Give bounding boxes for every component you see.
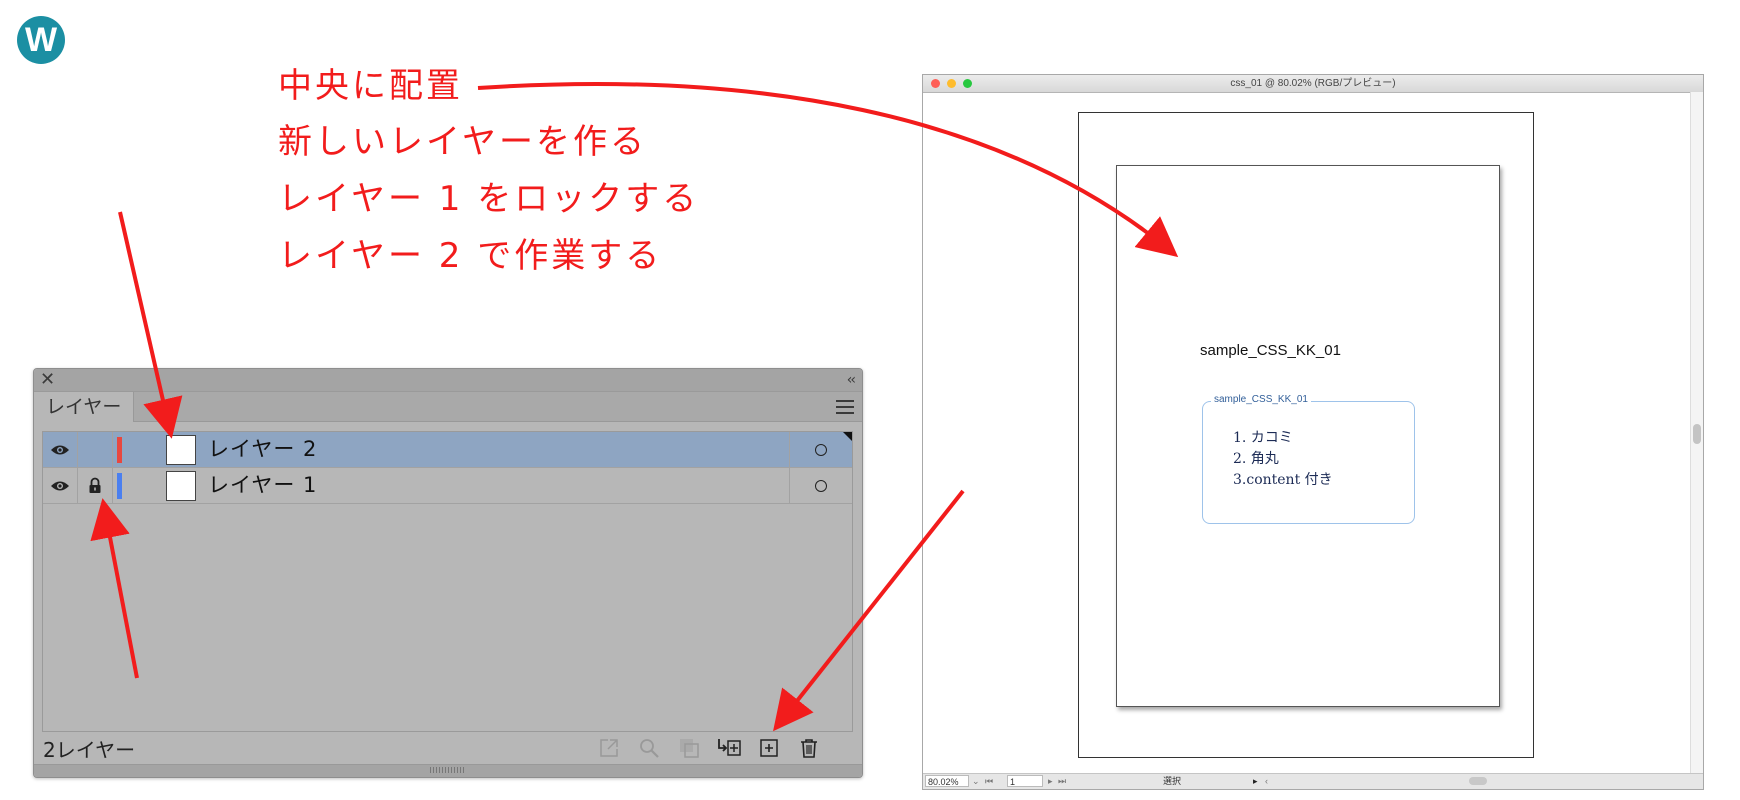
eye-icon [51,445,69,454]
resize-grip-icon[interactable] [430,767,464,773]
layer-row-2[interactable]: レイヤー 2 [43,432,852,468]
vertical-scroll-thumb[interactable] [1693,424,1701,444]
horizontal-scroll-thumb[interactable] [1469,777,1487,785]
next-page-icon[interactable]: ▸ [1048,774,1053,789]
collapse-icon[interactable]: ‹‹ [847,369,856,391]
layer-color-bar [117,437,122,463]
clipping-mask-icon [680,739,699,758]
annotation-work-layer: レイヤー 2 で作業する [278,236,663,276]
box-legend: sample_CSS_KK_01 [1211,394,1311,405]
document-statusbar: 80.02% ⌄ ⏮ 1 ▸ ⏭ 選択 ▸ ‹ [923,773,1703,789]
window-titlebar[interactable]: css_01 @ 80.02% (RGB/プレビュー) [923,75,1703,93]
mode-menu-icon[interactable]: ▸ [1253,774,1258,789]
document-window: css_01 @ 80.02% (RGB/プレビュー) sample_CSS_K… [922,74,1704,790]
annotation-lock-layer: レイヤー 1 をロックする [278,179,700,219]
visibility-toggle[interactable] [43,432,78,467]
panel-toolbar [596,735,822,761]
trash-icon [801,739,817,758]
lock-toggle[interactable] [78,432,113,467]
window-title: css_01 @ 80.02% (RGB/プレビュー) [1230,78,1396,89]
doc-list: 1. カコミ 2. 角丸 3.content 付き [1233,428,1333,491]
lock-toggle[interactable] [78,468,113,503]
layers-panel: ✕ ‹‹ レイヤー レイヤー 2 レイヤー 1 2レイヤー [33,368,863,778]
locate-object-button[interactable] [636,735,662,761]
annotation-new-layer: 新しいレイヤーを作る [278,122,647,162]
eye-icon [51,481,69,490]
current-layer-indicator-icon [843,432,852,441]
export-icon [600,739,618,757]
layer-name[interactable]: レイヤー 1 [208,468,317,503]
clipping-mask-button[interactable] [676,735,702,761]
locate-object-icon [640,739,659,758]
annotation-center: 中央に配置 [278,66,463,106]
close-icon[interactable]: ✕ [40,369,55,391]
vertical-scrollbar[interactable] [1690,92,1703,773]
lock-icon [89,477,101,493]
create-sublayer-button[interactable] [716,735,742,761]
layer-count-status: 2レイヤー [43,738,136,762]
tool-mode-label: 選択 [1163,776,1182,786]
scroll-left-icon[interactable]: ‹ [1265,774,1268,789]
last-page-icon[interactable]: ⏭ [1058,774,1066,789]
new-layer-button[interactable] [756,735,782,761]
panel-resize-bar[interactable] [34,764,862,777]
layer-color-bar [117,473,122,499]
layer-thumbnail [166,435,196,465]
list-item: 1. カコミ [1233,430,1293,446]
panel-tabbar: レイヤー [34,392,862,422]
list-item: 3.content 付き [1233,472,1333,488]
target-toggle[interactable] [789,468,852,503]
layer-list: レイヤー 2 レイヤー 1 [42,431,853,732]
layer-thumbnail [166,471,196,501]
logo: W [17,16,65,64]
page-field[interactable]: 1 [1007,775,1043,787]
create-sublayer-icon [718,739,741,756]
new-layer-icon [760,739,778,757]
panel-menu-icon[interactable] [836,400,854,418]
panel-header: ✕ ‹‹ [34,369,862,392]
doc-heading[interactable]: sample_CSS_KK_01 [1200,342,1341,359]
layer-row-1[interactable]: レイヤー 1 [43,468,852,504]
layer-name[interactable]: レイヤー 2 [208,432,317,467]
visibility-toggle[interactable] [43,468,78,503]
target-circle-icon [815,479,827,492]
zoom-dropdown-icon[interactable]: ⌄ [972,774,980,789]
export-button[interactable] [596,735,622,761]
target-circle-icon [815,443,827,456]
zoom-field[interactable]: 80.02% [925,775,969,787]
list-item: 2. 角丸 [1233,451,1279,467]
first-page-icon[interactable]: ⏮ [985,774,993,789]
tab-layers[interactable]: レイヤー [34,392,134,422]
delete-layer-button[interactable] [796,735,822,761]
rounded-box[interactable]: sample_CSS_KK_01 1. カコミ 2. 角丸 3.content … [1202,394,1415,524]
